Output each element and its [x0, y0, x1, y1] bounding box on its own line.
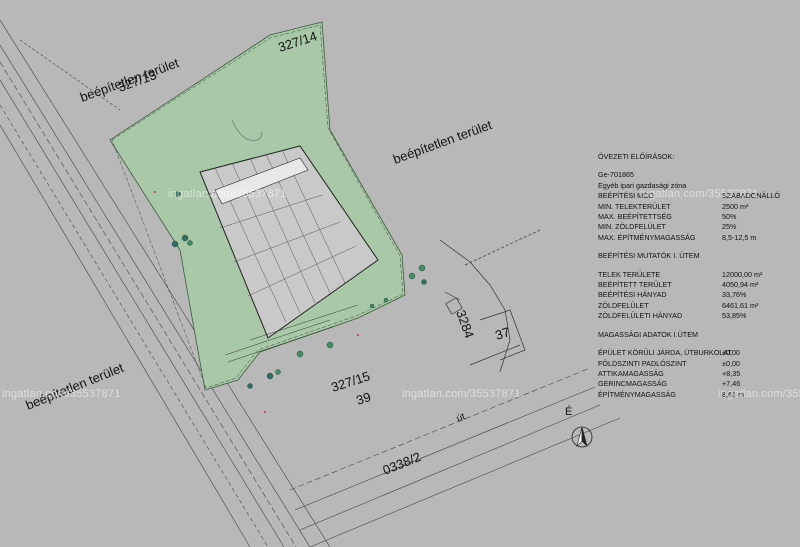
regulation-label: MAX. ÉPÍTMÉNYMAGASSÁG: [598, 232, 696, 242]
regulation-value: 12000,00 m²: [722, 269, 763, 279]
label-parcel-0338-2: 0338/2: [381, 449, 423, 478]
label-parcel-39: 39: [354, 389, 372, 408]
regulation-row: ÉPÜLET KÖRÜLI JÁRDA, ÚTBURKOLAT ±0,00: [598, 348, 798, 358]
regulation-row: MIN. TELEKTERÜLET 2500 m²: [598, 202, 798, 212]
watermark: ingatlan.com/35537871: [168, 188, 287, 200]
regulation-value: 33,76%: [722, 290, 747, 300]
watermark: ingatlan.com/35537871: [640, 188, 759, 200]
watermark: ingatlan.com/35537871: [2, 388, 121, 400]
indicators-title: BEÉPÍTÉSI MUTATÓK I. ÜTEM: [598, 251, 700, 261]
regulation-label: FÖLDSZINTI PADLÓSZINT: [598, 358, 687, 368]
heights-title: MAGASSÁGI ADATOK I.ÜTEM: [598, 329, 698, 339]
regulation-row: ATTIKAMAGASSÁG +8,35: [598, 369, 798, 379]
regulation-label: ÉPÍTMÉNYMAGASSÁG: [598, 389, 676, 399]
right-parcels: [439, 229, 541, 373]
regulation-row: FÖLDSZINTI PADLÓSZINT ±0,00: [598, 359, 798, 369]
regulation-value: 6461,61 m²: [722, 300, 759, 310]
regulation-row: MAX. BEÉPÍTETTSÉG 50%: [598, 212, 798, 222]
regulation-row: TELEK TERÜLETE 12000,00 m²: [598, 270, 798, 280]
label-parcel-37: 37: [493, 324, 511, 343]
regulation-label: ÉPÜLET KÖRÜLI JÁRDA, ÚTBURKOLAT: [598, 348, 732, 358]
label-road-ut: út: [455, 411, 467, 424]
regulation-value: +8,35: [722, 368, 741, 378]
regulation-label: ATTIKAMAGASSÁG: [598, 368, 664, 378]
regulation-value: ±0,00: [722, 348, 740, 358]
indicator-rows: TELEK TERÜLETE 12000,00 m² BEÉPÍTETT TERÜL…: [598, 270, 798, 322]
regulation-row: BEÉPÍTÉSI HÁNYAD 33,76%: [598, 290, 798, 300]
regulation-label: ZÖLDFELÜLET: [598, 300, 649, 310]
regulation-label: MAX. BEÉPÍTETTSÉG: [598, 212, 672, 222]
regulation-row: MIN. ZÖLDFELÜLET 25%: [598, 222, 798, 232]
label-parcel-3284: 3284: [453, 308, 477, 340]
label-undeveloped-bottom-left: beépítetlen terület: [24, 360, 126, 413]
regulation-value: 8,5-12,5 m: [722, 232, 757, 242]
regulation-label: BEÉPÍTÉSI HÁNYAD: [598, 290, 667, 300]
watermark: ingatlan.com/35537871: [402, 388, 521, 400]
regulation-value: ±0,00: [722, 358, 740, 368]
regulation-label: TELEK TERÜLETE: [598, 269, 661, 279]
zoning-title: ÖVEZETI ELŐÍRÁSOK:: [598, 152, 675, 161]
north-arrow-label: É: [565, 406, 573, 418]
regulation-row: BEÉPÍTETT TERÜLET 4050,94 m²: [598, 280, 798, 290]
regulation-value: 53,85%: [722, 311, 747, 321]
regulation-label: ZÖLDFELÜLETI HÁNYAD: [598, 311, 683, 321]
regulation-value: 4050,94 m²: [722, 280, 759, 290]
zone-code: Ge-701865: [598, 170, 634, 180]
regulation-value: 25%: [722, 222, 737, 232]
regulation-row: MAX. ÉPÍTMÉNYMAGASSÁG 8,5-12,5 m: [598, 233, 798, 243]
regulation-label: MIN. TELEKTERÜLET: [598, 201, 671, 211]
watermark: ingatlan.com/35537871: [718, 388, 800, 400]
regulation-label: BEÉPÍTETT TERÜLET: [598, 280, 672, 290]
regulation-row: ZÖLDFELÜLET 6461,61 m²: [598, 301, 798, 311]
regulation-label: GERINCMAGASSÁG: [598, 379, 668, 389]
regulation-label: MIN. ZÖLDFELÜLET: [598, 222, 666, 232]
regulation-row: ZÖLDFELÜLETI HÁNYAD 53,85%: [598, 311, 798, 321]
label-undeveloped-right: beépítetlen terület: [391, 117, 494, 167]
regulation-value: 50%: [722, 212, 737, 222]
regulation-value: 2500 m²: [722, 201, 749, 211]
